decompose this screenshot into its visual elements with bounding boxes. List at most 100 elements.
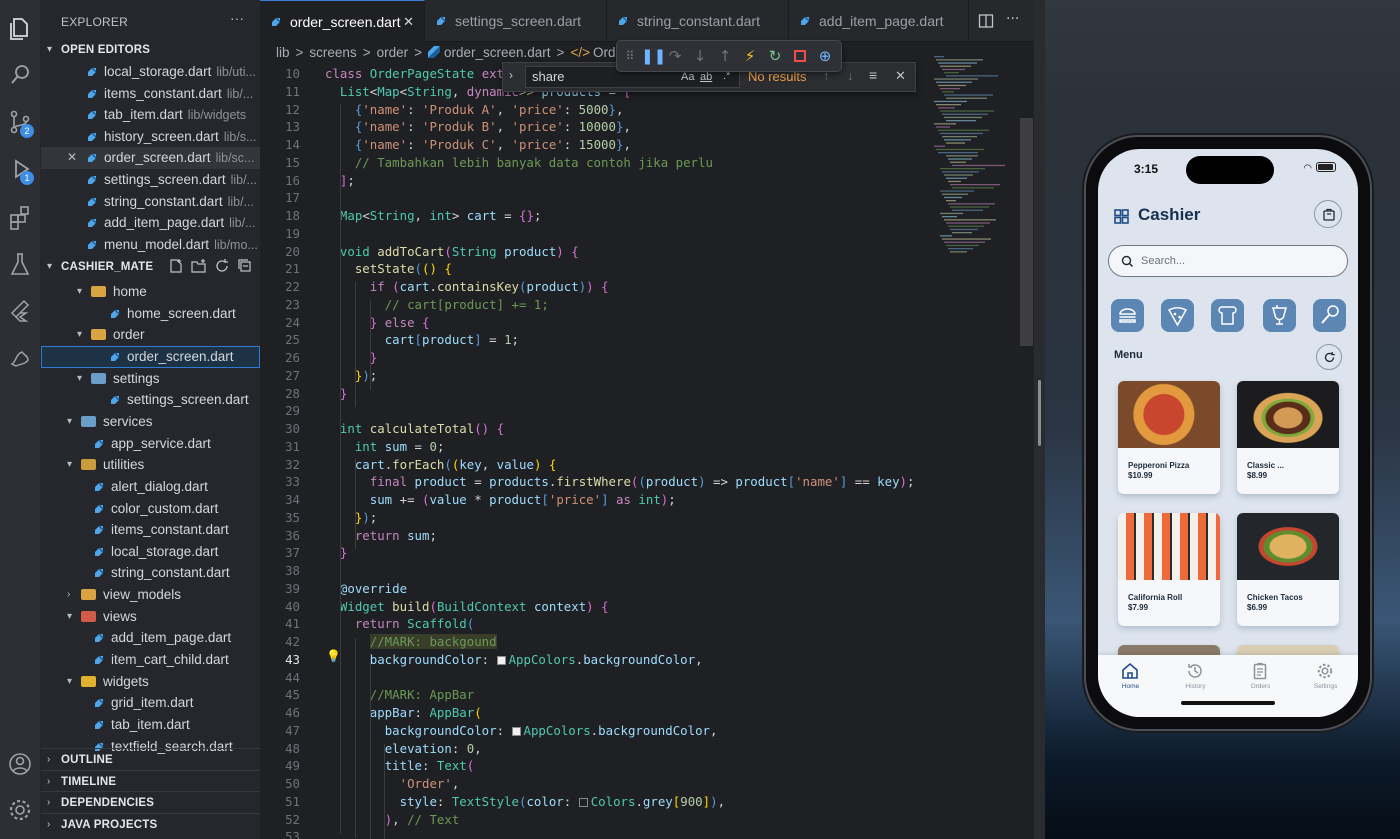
code-line[interactable]: if (cart.containsKey(product)) { bbox=[325, 279, 609, 294]
flutter-icon[interactable] bbox=[6, 297, 34, 325]
resize-handle[interactable] bbox=[1038, 380, 1041, 446]
tree-file[interactable]: add_item_page.dart bbox=[41, 627, 260, 649]
tree-folder[interactable]: ▾ services bbox=[41, 411, 260, 433]
code-line[interactable]: // cart[product] += 1; bbox=[325, 297, 549, 312]
search-field[interactable]: Search... bbox=[1108, 245, 1348, 277]
code-line[interactable]: }); bbox=[325, 510, 377, 525]
pause-icon[interactable]: ❚❚ bbox=[641, 47, 666, 65]
code-line[interactable]: elevation: 0, bbox=[325, 741, 482, 756]
split-editor-icon[interactable] bbox=[978, 13, 994, 29]
tree-folder[interactable]: ▾ views bbox=[41, 606, 260, 628]
explorer-more-button[interactable]: ··· bbox=[230, 10, 244, 26]
open-editor-item[interactable]: tab_item.dart lib/widgets bbox=[41, 104, 260, 126]
code-line[interactable]: backgroundColor: AppColors.backgroundCol… bbox=[325, 652, 703, 667]
category-dessert[interactable] bbox=[1313, 299, 1346, 332]
tree-file[interactable]: item_cart_child.dart bbox=[41, 649, 260, 671]
open-editor-item[interactable]: local_storage.dart lib/uti... bbox=[41, 61, 260, 83]
code-line[interactable]: return Scaffold( bbox=[325, 616, 474, 631]
tab-order-screen[interactable]: order_screen.dart ✕ bbox=[260, 0, 425, 42]
account-icon[interactable] bbox=[6, 750, 34, 778]
code-line[interactable]: Map<String, int> cart = {}; bbox=[325, 208, 541, 223]
code-line[interactable]: } bbox=[325, 386, 347, 401]
code-line[interactable]: {'name': 'Produk C', 'price': 15000}, bbox=[325, 137, 631, 152]
gitlens-icon[interactable] bbox=[6, 344, 34, 372]
close-editor-icon[interactable]: ✕ bbox=[67, 147, 77, 169]
code-line[interactable]: //MARK: AppBar bbox=[325, 687, 474, 702]
lightbulb-icon[interactable]: 💡 bbox=[326, 649, 341, 663]
hot-reload-icon[interactable]: ⚡ bbox=[741, 47, 759, 65]
close-find-icon[interactable]: ✕ bbox=[895, 68, 906, 84]
breadcrumb-segment[interactable]: lib bbox=[276, 45, 290, 60]
code-line[interactable]: final product = products.firstWhere((pro… bbox=[325, 474, 915, 489]
editor-scrollbar[interactable] bbox=[1020, 118, 1033, 346]
category-burger[interactable] bbox=[1111, 299, 1144, 332]
refresh-explorer-icon[interactable] bbox=[214, 258, 230, 274]
code-line[interactable]: Widget build(BuildContext context) { bbox=[325, 599, 609, 614]
code-line[interactable]: int sum = 0; bbox=[325, 439, 445, 454]
code-line[interactable]: cart.forEach((key, value) { bbox=[325, 457, 557, 472]
code-line[interactable]: // Tambahkan lebih banyak data contoh ji… bbox=[325, 155, 713, 170]
cart-button[interactable] bbox=[1314, 200, 1342, 228]
code-line[interactable]: style: TextStyle(color: Colors.grey[900]… bbox=[325, 794, 725, 809]
step-out-icon[interactable]: ↑ bbox=[716, 47, 734, 65]
tree-file[interactable]: grid_item.dart bbox=[41, 692, 260, 714]
tab-settings-screen[interactable]: settings_screen.dart bbox=[425, 0, 607, 42]
restart-icon[interactable]: ↻ bbox=[766, 47, 784, 65]
devtools-search-icon[interactable]: ⊕ bbox=[816, 47, 834, 65]
tree-file[interactable]: alert_dialog.dart bbox=[41, 476, 260, 498]
open-editors-header[interactable]: ▾ OPEN EDITORS bbox=[41, 39, 260, 61]
open-editor-item[interactable]: add_item_page.dart lib/... bbox=[41, 212, 260, 234]
search-icon[interactable] bbox=[6, 61, 34, 89]
whole-word-toggle[interactable]: ab bbox=[700, 71, 712, 83]
tree-folder[interactable]: ▾ order bbox=[41, 324, 260, 346]
breadcrumb-segment[interactable]: screens bbox=[309, 45, 356, 60]
new-file-icon[interactable] bbox=[168, 258, 184, 274]
code-line[interactable]: sum += (value * product['price'] as int)… bbox=[325, 492, 676, 507]
step-into-icon[interactable]: ↓ bbox=[691, 47, 709, 65]
minimap[interactable] bbox=[930, 56, 1020, 266]
section-dependencies[interactable]: › DEPENDENCIES bbox=[41, 791, 260, 813]
drag-handle-icon[interactable]: ⠿ bbox=[621, 47, 639, 65]
tree-file[interactable]: local_storage.dart bbox=[41, 541, 260, 563]
tree-folder[interactable]: ▾ home bbox=[41, 281, 260, 303]
open-editor-item[interactable]: menu_model.dart lib/mo... bbox=[41, 234, 260, 256]
code-line[interactable]: @override bbox=[325, 581, 407, 596]
tab-add-item-page[interactable]: add_item_page.dart bbox=[789, 0, 969, 42]
tree-folder[interactable]: › view_models bbox=[41, 584, 260, 606]
section-java-projects[interactable]: › JAVA PROJECTS bbox=[41, 813, 260, 835]
section-outline[interactable]: › OUTLINE bbox=[41, 748, 260, 770]
category-drinks[interactable] bbox=[1263, 299, 1296, 332]
match-case-toggle[interactable]: Aa bbox=[681, 71, 694, 83]
tree-file[interactable]: color_custom.dart bbox=[41, 498, 260, 520]
code-line[interactable]: {'name': 'Produk A', 'price': 5000}, bbox=[325, 102, 624, 117]
code-line[interactable]: appBar: AppBar( bbox=[325, 705, 482, 720]
breadcrumb-segment[interactable]: order bbox=[377, 45, 409, 60]
code-line[interactable]: } bbox=[325, 545, 347, 560]
files-icon[interactable] bbox=[6, 14, 34, 42]
close-tab-icon[interactable]: ✕ bbox=[403, 1, 414, 43]
pane-divider[interactable] bbox=[1034, 0, 1045, 839]
open-editor-item[interactable]: history_screen.dart lib/s... bbox=[41, 126, 260, 148]
open-editor-item[interactable]: string_constant.dart lib/... bbox=[41, 191, 260, 213]
toggle-replace-icon[interactable]: › bbox=[509, 68, 513, 82]
code-line[interactable]: title: Text( bbox=[325, 758, 475, 773]
tree-file[interactable]: settings_screen.dart bbox=[41, 389, 260, 411]
code-line[interactable]: ), // Text bbox=[325, 812, 460, 827]
tree-folder[interactable]: ▾ utilities bbox=[41, 454, 260, 476]
tree-folder[interactable]: ▾ settings bbox=[41, 368, 260, 390]
refresh-menu-button[interactable] bbox=[1316, 344, 1342, 370]
find-in-selection-icon[interactable]: ≡ bbox=[869, 67, 877, 83]
section-timeline[interactable]: › TIMELINE bbox=[41, 769, 260, 792]
menu-item-card[interactable]: Chicken Tacos $6.99 bbox=[1237, 513, 1339, 626]
category-pizza[interactable] bbox=[1161, 299, 1194, 332]
testing-flask-icon[interactable] bbox=[6, 250, 34, 278]
settings-gear-icon[interactable] bbox=[6, 796, 34, 824]
extensions-icon[interactable] bbox=[6, 203, 34, 231]
collapse-all-icon[interactable] bbox=[237, 258, 253, 274]
code-line[interactable]: int calculateTotal() { bbox=[325, 421, 504, 436]
tree-file[interactable]: tab_item.dart bbox=[41, 714, 260, 736]
open-editor-item[interactable]: settings_screen.dart lib/... bbox=[41, 169, 260, 191]
menu-item-card[interactable]: Pepperoni Pizza $10.99 bbox=[1118, 381, 1220, 494]
tree-folder[interactable]: ▾ widgets bbox=[41, 671, 260, 693]
code-line[interactable]: return sum; bbox=[325, 528, 437, 543]
